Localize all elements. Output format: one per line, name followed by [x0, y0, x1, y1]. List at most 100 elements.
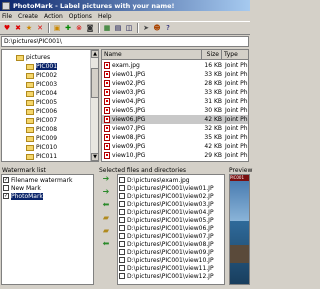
- checkbox-checked[interactable]: ✓: [3, 193, 9, 199]
- checkbox-unchecked[interactable]: [119, 201, 125, 207]
- file-row[interactable]: view10.JPG 29 KB Joint Pho: [102, 151, 248, 160]
- stop-icon[interactable]: ⊗: [74, 23, 84, 33]
- tree-item-pic002[interactable]: PIC002: [26, 71, 57, 80]
- split-icon[interactable]: ◫: [124, 23, 134, 33]
- checkbox-unchecked[interactable]: [119, 249, 125, 255]
- file-row[interactable]: view09.JPG 42 KB Joint Pho: [102, 142, 248, 151]
- file-row[interactable]: view07.JPG 32 KB Joint Pho: [102, 124, 248, 133]
- file-row[interactable]: view03.JPG 33 KB Joint Pho: [102, 88, 248, 97]
- menu-help[interactable]: Help: [98, 13, 112, 20]
- open-icon[interactable]: ▣: [52, 23, 62, 33]
- checkbox-unchecked[interactable]: [119, 265, 125, 271]
- file-row[interactable]: view04.JPG 31 KB Joint Pho: [102, 97, 248, 106]
- scroll-down-icon[interactable]: ▼: [91, 153, 98, 161]
- selected-file-item[interactable]: D:\pictures\PIC001\view11.JP: [119, 264, 214, 272]
- checkbox-unchecked[interactable]: [119, 193, 125, 199]
- file-row[interactable]: view05.JPG 30 KB Joint Pho: [102, 106, 248, 115]
- column-header-name[interactable]: Name: [102, 50, 202, 60]
- clear-arrow-icon[interactable]: ⬅: [99, 239, 113, 248]
- add-arrow-icon[interactable]: ➔: [99, 174, 113, 183]
- tree-item-pic008[interactable]: PIC008: [26, 125, 57, 134]
- selected-file-item[interactable]: D:\pictures\PIC001\view09.JP: [119, 248, 214, 256]
- user-icon[interactable]: ☻: [152, 23, 162, 33]
- selected-file-item[interactable]: D:\pictures\PIC001\view08.JP: [119, 240, 214, 248]
- watermark-item[interactable]: New Mark: [3, 184, 41, 192]
- star-icon[interactable]: ★: [24, 23, 34, 33]
- horizontal-splitter[interactable]: [0, 163, 250, 166]
- remove-folder-icon[interactable]: ▰: [99, 226, 113, 235]
- tree-item-pic007[interactable]: PIC007: [26, 116, 57, 125]
- menu-action[interactable]: Action: [44, 13, 63, 20]
- remove-arrow-icon[interactable]: ⬅: [99, 200, 113, 209]
- tree-item-pic011[interactable]: PIC011: [26, 152, 57, 161]
- checkbox-unchecked[interactable]: [3, 185, 9, 191]
- layout-icon[interactable]: ▤: [113, 23, 123, 33]
- selected-file-item[interactable]: D:\pictures\PIC001\view04.JP: [119, 208, 214, 216]
- file-type: Joint Pho: [225, 71, 248, 78]
- file-row[interactable]: view02.JPG 28 KB Joint Pho: [102, 79, 248, 88]
- jpg-file-icon: [104, 152, 110, 159]
- checkbox-unchecked[interactable]: [119, 217, 125, 223]
- heart-icon[interactable]: ♥: [2, 23, 12, 33]
- watermark-item[interactable]: ✓ Filename watermark: [3, 176, 72, 184]
- selected-file-item[interactable]: D:\pictures\PIC001\view03.JP: [119, 200, 214, 208]
- tree-item-pic003[interactable]: PIC003: [26, 80, 57, 89]
- column-header-type[interactable]: Type: [222, 50, 248, 60]
- menu-create[interactable]: Create: [18, 13, 38, 20]
- tree-item-pic005[interactable]: PIC005: [26, 98, 57, 107]
- column-header-size[interactable]: Size: [202, 50, 222, 60]
- menu-options[interactable]: Options: [69, 13, 92, 20]
- tree-item-pic010[interactable]: PIC010: [26, 143, 57, 152]
- file-row[interactable]: view08.JPG 35 KB Joint Pho: [102, 133, 248, 142]
- scroll-up-icon[interactable]: ▲: [91, 50, 98, 58]
- selected-file-item[interactable]: D:\pictures\exam.jpg: [119, 176, 190, 184]
- file-row[interactable]: view01.JPG 33 KB Joint Pho: [102, 70, 248, 79]
- save-icon[interactable]: ◙: [85, 23, 95, 33]
- checkbox-checked[interactable]: ✓: [3, 177, 9, 183]
- add-all-arrow-icon[interactable]: ➔: [99, 187, 113, 196]
- checkbox-unchecked[interactable]: [119, 241, 125, 247]
- file-type: Joint Pho: [225, 89, 248, 96]
- menu-file[interactable]: File: [2, 13, 12, 20]
- selected-file-item[interactable]: D:\pictures\PIC001\view12.JP: [119, 272, 214, 280]
- checkbox-unchecked[interactable]: [119, 225, 125, 231]
- tree-item-pic004[interactable]: PIC004: [26, 89, 57, 98]
- arrow-icon[interactable]: ➤: [141, 23, 151, 33]
- path-field[interactable]: D:\pictures\PIC001\: [1, 36, 249, 47]
- selected-file-item[interactable]: D:\pictures\PIC001\view02.JP: [119, 192, 214, 200]
- delete-icon[interactable]: ✕: [35, 23, 45, 33]
- folder-icon: [26, 108, 34, 115]
- scroll-thumb[interactable]: [91, 68, 98, 98]
- watermark-list[interactable]: ✓ Filename watermark New Mark ✓ PhotoMar…: [1, 174, 94, 285]
- x-icon[interactable]: ✖: [13, 23, 23, 33]
- file-row[interactable]: exam.jpg 16 KB Joint Pho: [102, 61, 248, 70]
- file-name: view03.JPG: [112, 89, 146, 96]
- file-list[interactable]: Name Size Type exam.jpg 16 KB Joint Pho …: [101, 49, 249, 162]
- checkbox-unchecked[interactable]: [119, 257, 125, 263]
- selected-files-list[interactable]: D:\pictures\exam.jpg D:\pictures\PIC001\…: [117, 174, 225, 285]
- grid-icon[interactable]: ▦: [102, 23, 112, 33]
- selected-file-item[interactable]: D:\pictures\PIC001\view05.JP: [119, 216, 214, 224]
- checkbox-unchecked[interactable]: [119, 185, 125, 191]
- selected-file-item[interactable]: D:\pictures\PIC001\view07.JP: [119, 232, 214, 240]
- tree-item-pic006[interactable]: PIC006: [26, 107, 57, 116]
- file-row-selected[interactable]: view06.JPG 42 KB Joint Pho: [102, 115, 248, 124]
- checkbox-unchecked[interactable]: [119, 209, 125, 215]
- selected-file-item[interactable]: D:\pictures\PIC001\view10.JP: [119, 256, 214, 264]
- folder-icon: [26, 99, 34, 106]
- help-icon[interactable]: ?: [163, 23, 173, 33]
- checkbox-unchecked[interactable]: [119, 273, 125, 279]
- add-folder-icon[interactable]: ▰: [99, 213, 113, 222]
- tree-item-pic009[interactable]: PIC009: [26, 134, 57, 143]
- folder-tree[interactable]: pictures PIC001 PIC002 PIC003 PIC004 PIC…: [1, 49, 99, 162]
- watermark-item-selected[interactable]: ✓ PhotoMark: [3, 192, 43, 200]
- tree-vertical-scrollbar[interactable]: ▲ ▼: [90, 50, 98, 161]
- selected-file-item[interactable]: D:\pictures\PIC001\view01.JP: [119, 184, 214, 192]
- checkbox-unchecked[interactable]: [119, 177, 125, 183]
- file-type: Joint Pho: [225, 98, 248, 105]
- tree-item-pictures[interactable]: pictures: [16, 53, 50, 62]
- checkbox-unchecked[interactable]: [119, 233, 125, 239]
- selected-file-item[interactable]: D:\pictures\PIC001\view06.JP: [119, 224, 214, 232]
- tree-item-pic001[interactable]: PIC001: [26, 62, 58, 71]
- add-icon[interactable]: ✚: [63, 23, 73, 33]
